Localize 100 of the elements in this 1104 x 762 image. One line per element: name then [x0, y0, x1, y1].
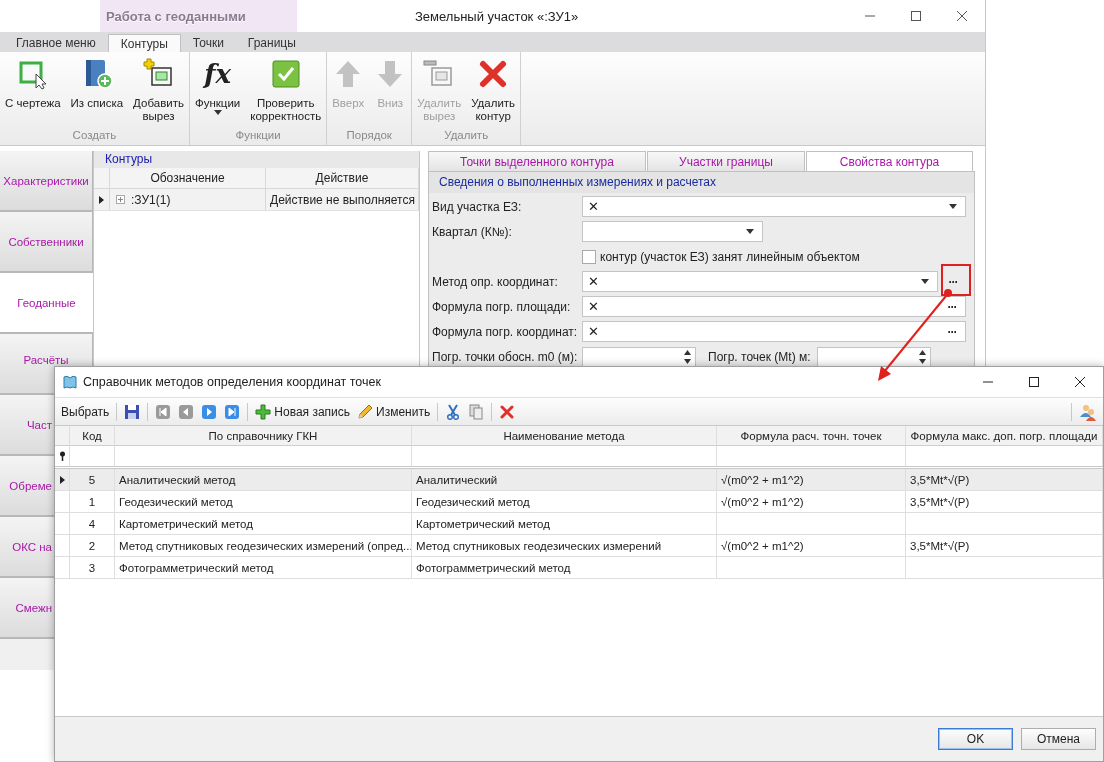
table-cell: 1 [88, 495, 96, 508]
tab[interactable]: Точки выделенного контура [428, 151, 646, 171]
side-tab[interactable]: Собственники [0, 212, 93, 273]
checkbox[interactable] [582, 249, 596, 264]
table-cell: 3,5*Mt*√(P) [910, 539, 970, 552]
toolbar-button[interactable]: Изменить [355, 400, 433, 423]
spin-arrows-icon [684, 349, 691, 364]
text-field[interactable]: ✕ ··· [582, 321, 966, 342]
users-icon [1079, 402, 1097, 421]
ribbon-tab[interactable]: Точки [180, 34, 236, 52]
table-cell: Метод спутниковых геодезических измерений [416, 539, 662, 552]
ellipsis-button[interactable]: ··· [939, 322, 965, 341]
side-tab[interactable]: Характеристики [0, 151, 93, 212]
table-cell: Картометрический метод [416, 517, 550, 530]
close-icon [1074, 376, 1086, 388]
table-row[interactable]: 2 Метод спутниковых геодезических измерений (опред... Метод спутниковых геодезических измерений √(m0^2 + m1^2) 3,5*Mt*√(P) [55, 535, 1103, 557]
tab[interactable]: Свойства контура [806, 151, 973, 171]
ribbon-tab[interactable]: Границы [235, 34, 308, 52]
group-label: Удалить [444, 128, 489, 143]
column-header: Формула макс. доп. погр. площади [906, 426, 1103, 445]
window-title: Земельный участок «:ЗУ1» [414, 7, 580, 26]
text-field[interactable]: ✕ ··· [582, 296, 966, 317]
dropdown-field[interactable]: ✕ [582, 271, 938, 292]
table-cell: 3,5*Mt*√(P) [910, 473, 970, 486]
table-cell: Действие не выполняется [266, 189, 419, 210]
column-header: Наименование метода [412, 426, 717, 445]
table-cell: √(m0^2 + m1^2) [721, 473, 804, 486]
book-icon [62, 374, 78, 390]
ribbon-button[interactable]: Из списка [67, 52, 127, 127]
expand-icon[interactable] [116, 195, 125, 204]
pencil-icon [357, 403, 374, 420]
ellipsis-button[interactable]: ··· [939, 297, 965, 316]
table-cell: 4 [88, 517, 96, 530]
table-cell: :ЗУ1(1) [131, 192, 171, 207]
maximize-icon [1028, 376, 1040, 388]
caret-icon [921, 279, 929, 284]
ribbon-button[interactable]: Проверить корректность [247, 52, 325, 127]
forward-icon [201, 403, 218, 420]
field-label: Формула погр. площади: [432, 299, 572, 314]
ribbon-tab[interactable]: Главное меню [4, 34, 108, 52]
row-indicator-icon [99, 195, 104, 204]
field-label: Погр. точек (Mt) м: [708, 349, 811, 364]
table-cell: Геодезический метод [119, 495, 233, 508]
group-title: Сведения о выполненных измерениях и расчетах [429, 172, 974, 193]
table-row[interactable]: 1 Геодезический метод Геодезический метод √(m0^2 + m1^2) 3,5*Mt*√(P) [55, 491, 1103, 513]
group-label: Порядок [346, 128, 392, 143]
table-row[interactable]: 5 Аналитический метод Аналитический √(m0^2 + m1^2) 3,5*Mt*√(P) [55, 469, 1103, 491]
field-label: Вид участка ЕЗ: [432, 199, 523, 214]
spin-field[interactable] [582, 346, 696, 367]
cancel-button[interactable]: Отмена [1021, 728, 1096, 750]
table-cell: Метод спутниковых геодезических измерений (опред... [119, 539, 411, 552]
side-tab[interactable]: Геоданные [0, 273, 93, 334]
field-label: Погр. точки обосн. m0 (м): [432, 349, 579, 364]
column-header: Обозначение [110, 168, 266, 188]
row-indicator-icon [59, 475, 65, 484]
dropdown-field[interactable] [582, 221, 763, 242]
table-row[interactable]: 3 Фотограмметрический метод Фотограмметрический метод [55, 557, 1103, 579]
group-label: Функции [235, 128, 281, 143]
field-label: Метод опр. координат: [432, 274, 559, 289]
table-cell: Аналитический [416, 473, 498, 486]
maximize-icon [910, 10, 922, 22]
checkmark-icon [269, 58, 302, 90]
table-row[interactable]: :ЗУ1(1) Действие не выполняется [94, 189, 419, 211]
copy-icon [468, 403, 485, 420]
cross-icon [499, 403, 516, 420]
column-header: Действие [266, 168, 419, 188]
spin-arrows-icon [918, 349, 926, 364]
dropdown-field[interactable]: ✕ [582, 196, 966, 217]
table-cell: 3 [88, 561, 96, 574]
back-icon [178, 403, 195, 420]
ribbon-button[interactable]: Добавить вырез [130, 52, 187, 127]
table-cell: Картометрический метод [119, 517, 253, 530]
ok-button[interactable]: OK [938, 728, 1013, 750]
ribbon-button[interactable]: С чертежа [2, 52, 64, 127]
caret-icon [949, 204, 957, 209]
tab[interactable]: Участки границы [647, 151, 805, 171]
caret-icon [746, 229, 754, 234]
table-cell: Геодезический метод [416, 495, 530, 508]
skip-back-icon [155, 403, 172, 420]
scissors-icon [445, 403, 462, 420]
column-header: По справочнику ГКН [115, 426, 412, 445]
checkbox-label: контур (участок ЕЗ) занят линейным объектом [600, 249, 860, 264]
save-icon [124, 403, 141, 420]
close-icon [956, 10, 968, 22]
spin-field[interactable] [816, 346, 931, 367]
skip-forward-icon [224, 403, 241, 420]
plus-icon [255, 403, 272, 420]
table-cell: 2 [88, 539, 96, 552]
field-label: Квартал (К№): [432, 224, 513, 239]
toolbar-button[interactable]: Новая запись [253, 400, 353, 423]
field-label: Формула погр. координат: [432, 324, 579, 339]
table-cell: √(m0^2 + m1^2) [721, 495, 804, 508]
ribbon-tab[interactable]: Контуры [107, 34, 181, 52]
table-cell: Аналитический метод [119, 473, 236, 486]
table-cell: 3,5*Mt*√(P) [910, 495, 970, 508]
ribbon-button[interactable]: fx Функции [191, 52, 244, 127]
panel-title: Контуры [94, 151, 419, 168]
table-cell: 5 [88, 473, 96, 486]
ribbon-button[interactable]: Удалить контур [468, 52, 519, 127]
table-row[interactable]: 4 Картометрический метод Картометрический метод [55, 513, 1103, 535]
